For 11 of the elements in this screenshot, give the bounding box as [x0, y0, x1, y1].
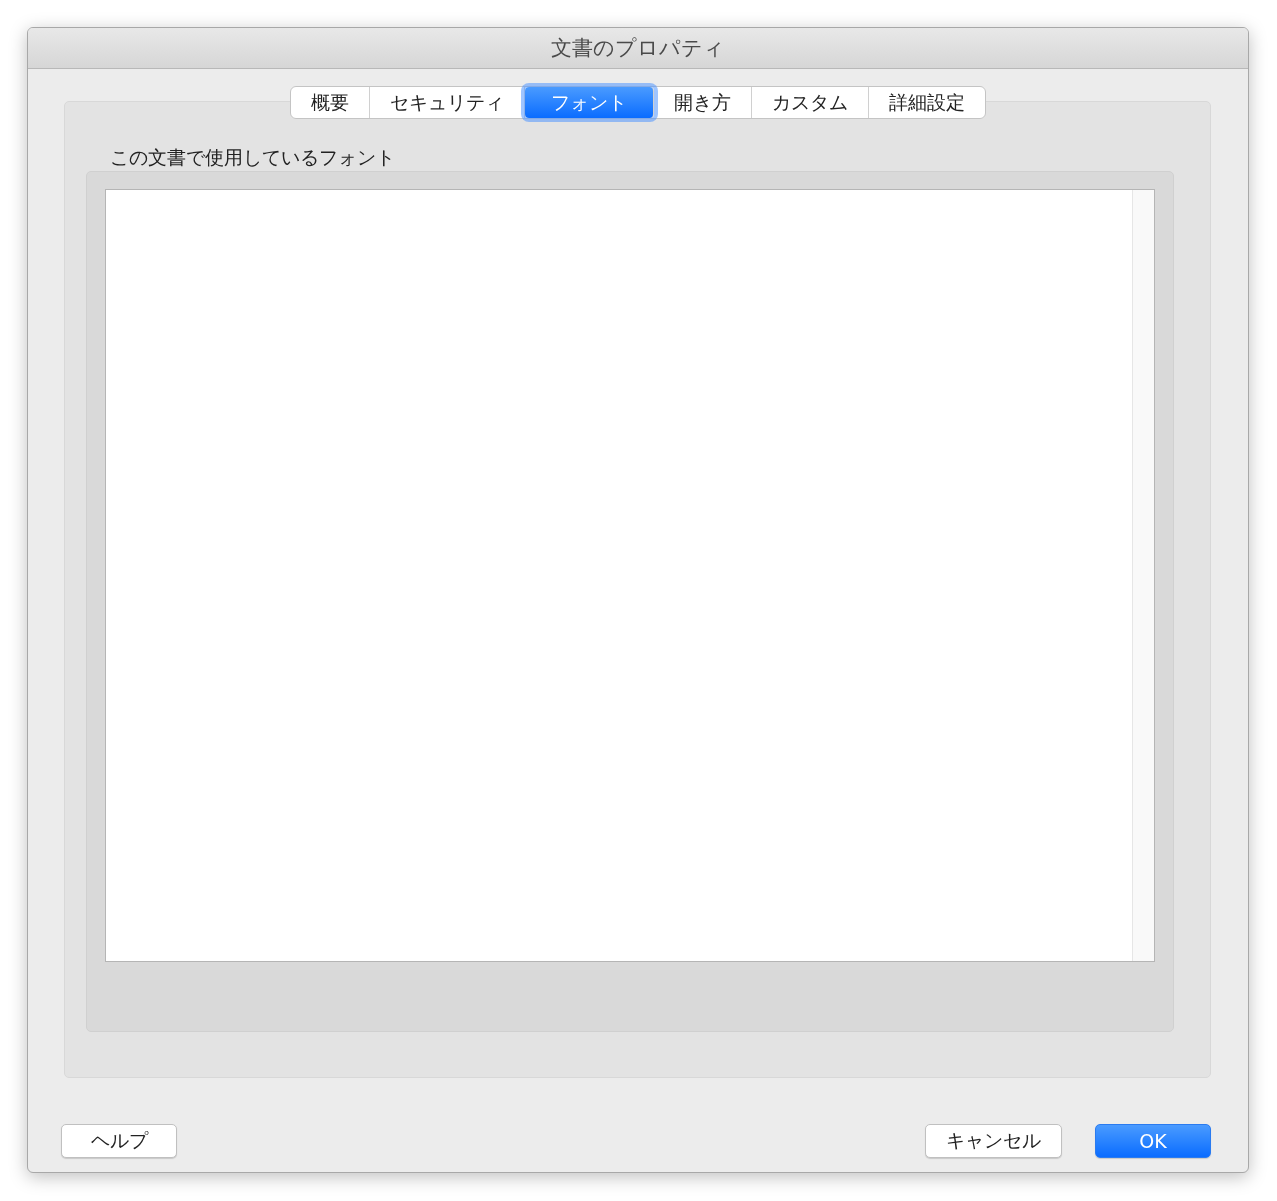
tab[interactable]: 概要: [290, 87, 370, 118]
tab[interactable]: セキュリティ: [369, 87, 525, 118]
window-title: 文書のプロパティ: [551, 35, 725, 62]
cancel-button[interactable]: キャンセル: [925, 1124, 1062, 1158]
tab[interactable]: 詳細設定: [868, 87, 985, 118]
tab[interactable]: フォント: [524, 87, 654, 118]
ok-button[interactable]: OK: [1095, 1124, 1211, 1158]
section-label: この文書で使用しているフォント: [110, 146, 396, 168]
tab[interactable]: カスタム: [751, 87, 869, 118]
help-button[interactable]: ヘルプ: [61, 1124, 177, 1158]
tab[interactable]: 開き方: [653, 87, 752, 118]
